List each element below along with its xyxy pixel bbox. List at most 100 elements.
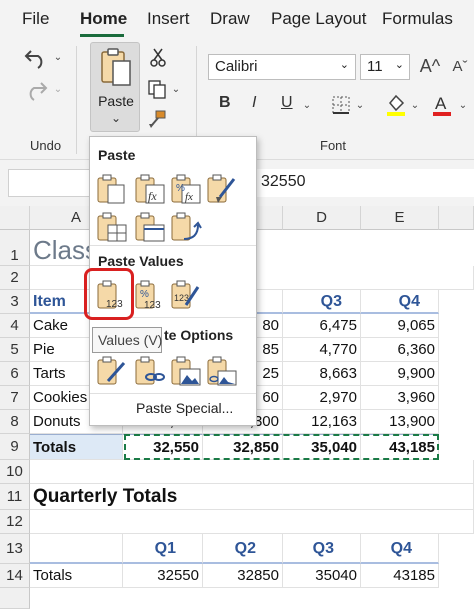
- row-header-12[interactable]: 12: [0, 510, 30, 534]
- total-cell[interactable]: 43,185: [361, 434, 439, 460]
- row-header-1[interactable]: 1: [0, 230, 30, 266]
- row-header-8[interactable]: 8: [0, 410, 30, 434]
- column-header-f[interactable]: [439, 206, 474, 230]
- paste-formulas-number-formatting-icon[interactable]: %fx: [170, 173, 202, 205]
- data-cell[interactable]: 6,360: [361, 338, 439, 362]
- total-cell[interactable]: 32,850: [203, 434, 283, 460]
- formatting-icon[interactable]: [96, 355, 128, 387]
- font-size-select[interactable]: 11 ⌄: [360, 54, 410, 80]
- no-borders-icon[interactable]: [96, 211, 128, 243]
- header-q3[interactable]: Q3: [283, 534, 361, 564]
- font-color-dropdown-icon[interactable]: ⌄: [458, 98, 468, 112]
- fill-color-dropdown-icon[interactable]: ⌄: [410, 98, 420, 112]
- select-all-corner[interactable]: [0, 206, 30, 230]
- tab-page-layout[interactable]: Page Layout: [271, 9, 366, 29]
- tab-formulas[interactable]: Formulas: [382, 9, 453, 29]
- keep-column-widths-icon[interactable]: [134, 211, 166, 243]
- formula-input[interactable]: 32550: [250, 169, 474, 197]
- bold-button[interactable]: B: [219, 94, 231, 112]
- paste-button[interactable]: Paste ⌄: [90, 42, 140, 132]
- row-header-5[interactable]: 5: [0, 338, 30, 362]
- redo-dropdown-icon[interactable]: ⌄: [52, 82, 64, 96]
- header-q4[interactable]: Q4: [361, 290, 439, 314]
- linked-picture-icon[interactable]: [206, 355, 238, 387]
- row-header-9[interactable]: 9: [0, 434, 30, 460]
- row-header-15[interactable]: [0, 588, 30, 609]
- font-name-value: Calibri: [215, 58, 258, 75]
- empty-row[interactable]: [30, 460, 474, 484]
- total-value-cell[interactable]: 43185: [361, 564, 439, 588]
- increase-font-size-label: A^: [419, 55, 441, 76]
- data-cell[interactable]: 9,065: [361, 314, 439, 338]
- borders-icon[interactable]: [330, 94, 352, 116]
- italic-button[interactable]: I: [252, 94, 256, 112]
- total-cell[interactable]: 35,040: [283, 434, 361, 460]
- empty-row[interactable]: [30, 510, 474, 534]
- column-header-e[interactable]: E: [361, 206, 439, 230]
- paste-icon[interactable]: [96, 173, 128, 205]
- row-header-2[interactable]: 2: [0, 266, 30, 290]
- row-header-10[interactable]: 10: [0, 460, 30, 484]
- row-header-13[interactable]: 13: [0, 534, 30, 564]
- quarterly-totals-title[interactable]: Quarterly Totals: [30, 484, 474, 510]
- row-header-11[interactable]: 11: [0, 484, 30, 510]
- tab-insert[interactable]: Insert: [147, 9, 190, 29]
- underline-dropdown-icon[interactable]: ⌄: [302, 98, 312, 112]
- fill-color-icon[interactable]: [384, 92, 408, 118]
- font-group-label: Font: [320, 138, 347, 153]
- values-number-formatting-icon[interactable]: %123: [134, 279, 166, 311]
- paste-special-item[interactable]: Paste Special...: [136, 400, 233, 416]
- font-color-icon[interactable]: A: [430, 92, 454, 118]
- empty-header-cell[interactable]: [30, 534, 123, 564]
- data-cell[interactable]: 4,770: [283, 338, 361, 362]
- cut-icon[interactable]: [148, 46, 168, 68]
- row-header-14[interactable]: 14: [0, 564, 30, 588]
- redo-icon[interactable]: [22, 78, 50, 102]
- total-value-cell[interactable]: 35040: [283, 564, 361, 588]
- row-header-7[interactable]: 7: [0, 386, 30, 410]
- borders-dropdown-icon[interactable]: ⌄: [355, 98, 365, 112]
- menu-divider: [90, 393, 256, 394]
- row-header-4[interactable]: 4: [0, 314, 30, 338]
- undo-icon[interactable]: [22, 46, 50, 70]
- data-cell[interactable]: 8,663: [283, 362, 361, 386]
- tab-file[interactable]: File: [22, 9, 49, 29]
- totals-label-cell[interactable]: Totals: [30, 434, 123, 460]
- header-q1[interactable]: Q1: [123, 534, 203, 564]
- decrease-font-size-icon[interactable]: Aˇ: [448, 54, 472, 78]
- tab-draw[interactable]: Draw: [210, 9, 250, 29]
- total-value-cell[interactable]: 32550: [123, 564, 203, 588]
- paste-link-icon[interactable]: [134, 355, 166, 387]
- undo-dropdown-icon[interactable]: ⌄: [52, 50, 64, 64]
- data-cell[interactable]: 3,960: [361, 386, 439, 410]
- header-q3[interactable]: Q3: [283, 290, 361, 314]
- data-cell[interactable]: 12,163: [283, 410, 361, 434]
- paste-section-heading: Paste: [98, 147, 136, 163]
- increase-font-size-icon[interactable]: A^: [418, 54, 442, 78]
- header-q2[interactable]: Q2: [203, 534, 283, 564]
- column-header-d[interactable]: D: [283, 206, 361, 230]
- data-cell[interactable]: 9,900: [361, 362, 439, 386]
- font-name-select[interactable]: Calibri ⌄: [208, 54, 356, 80]
- values-source-formatting-icon[interactable]: 123: [170, 279, 202, 311]
- keep-source-formatting-icon[interactable]: [206, 173, 238, 205]
- group-divider: [76, 46, 77, 154]
- tab-home[interactable]: Home: [80, 9, 127, 29]
- underline-button[interactable]: U: [281, 94, 293, 112]
- data-cell[interactable]: 2,970: [283, 386, 361, 410]
- row-header-6[interactable]: 6: [0, 362, 30, 386]
- data-cell[interactable]: 13,900: [361, 410, 439, 434]
- data-cell[interactable]: 6,475: [283, 314, 361, 338]
- copy-dropdown-icon[interactable]: ⌄: [170, 82, 182, 96]
- format-painter-icon[interactable]: [146, 108, 168, 130]
- picture-icon[interactable]: [170, 355, 202, 387]
- name-box[interactable]: [8, 169, 94, 197]
- total-cell[interactable]: 32,550: [123, 434, 203, 460]
- header-q4[interactable]: Q4: [361, 534, 439, 564]
- copy-icon[interactable]: [146, 78, 168, 100]
- paste-formulas-icon[interactable]: fx: [134, 173, 166, 205]
- row-header-3[interactable]: 3: [0, 290, 30, 314]
- transpose-icon[interactable]: [170, 211, 202, 243]
- total-value-cell[interactable]: 32850: [203, 564, 283, 588]
- totals-label-cell[interactable]: Totals: [30, 564, 123, 588]
